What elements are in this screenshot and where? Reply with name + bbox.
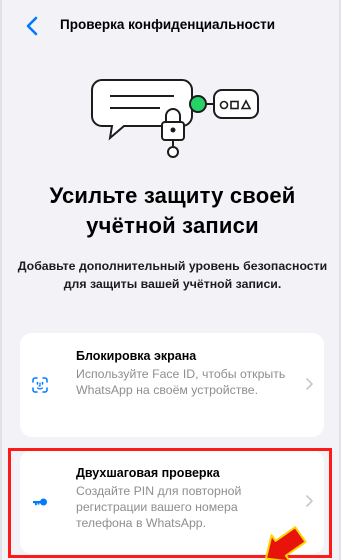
key-icon — [33, 498, 47, 506]
screen-lock-card[interactable]: Блокировка экрана Используйте Face ID, ч… — [20, 333, 324, 437]
page-title: Проверка конфиденциальности — [60, 17, 276, 32]
headline-line-1: Усильте защиту своей — [49, 183, 296, 208]
app-screen: Проверка конфиденциальности Усильте защи… — [0, 0, 341, 560]
annotation-arrow-icon — [264, 526, 307, 560]
navigation-bar: Проверка конфиденциальности — [2, 0, 341, 52]
security-illustration — [90, 72, 260, 162]
card-title: Двухшаговая проверка — [76, 466, 220, 480]
back-button[interactable] — [20, 14, 44, 38]
headline-line-2: учётной записи — [86, 213, 259, 238]
chevron-right-icon — [306, 495, 313, 507]
chevron-right-icon — [306, 378, 313, 390]
description-text: Добавьте дополнительный уровень безопасн… — [17, 259, 328, 291]
card-title: Блокировка экрана — [76, 349, 197, 363]
chevron-left-icon — [26, 16, 38, 36]
card-description: Создайте PIN для повторной регистрации в… — [76, 484, 242, 530]
face-id-icon — [32, 377, 48, 393]
card-description: Используйте Face ID, чтобы открыть Whats… — [76, 367, 286, 397]
headline: Усильте защиту своей учётной записи — [2, 181, 341, 241]
